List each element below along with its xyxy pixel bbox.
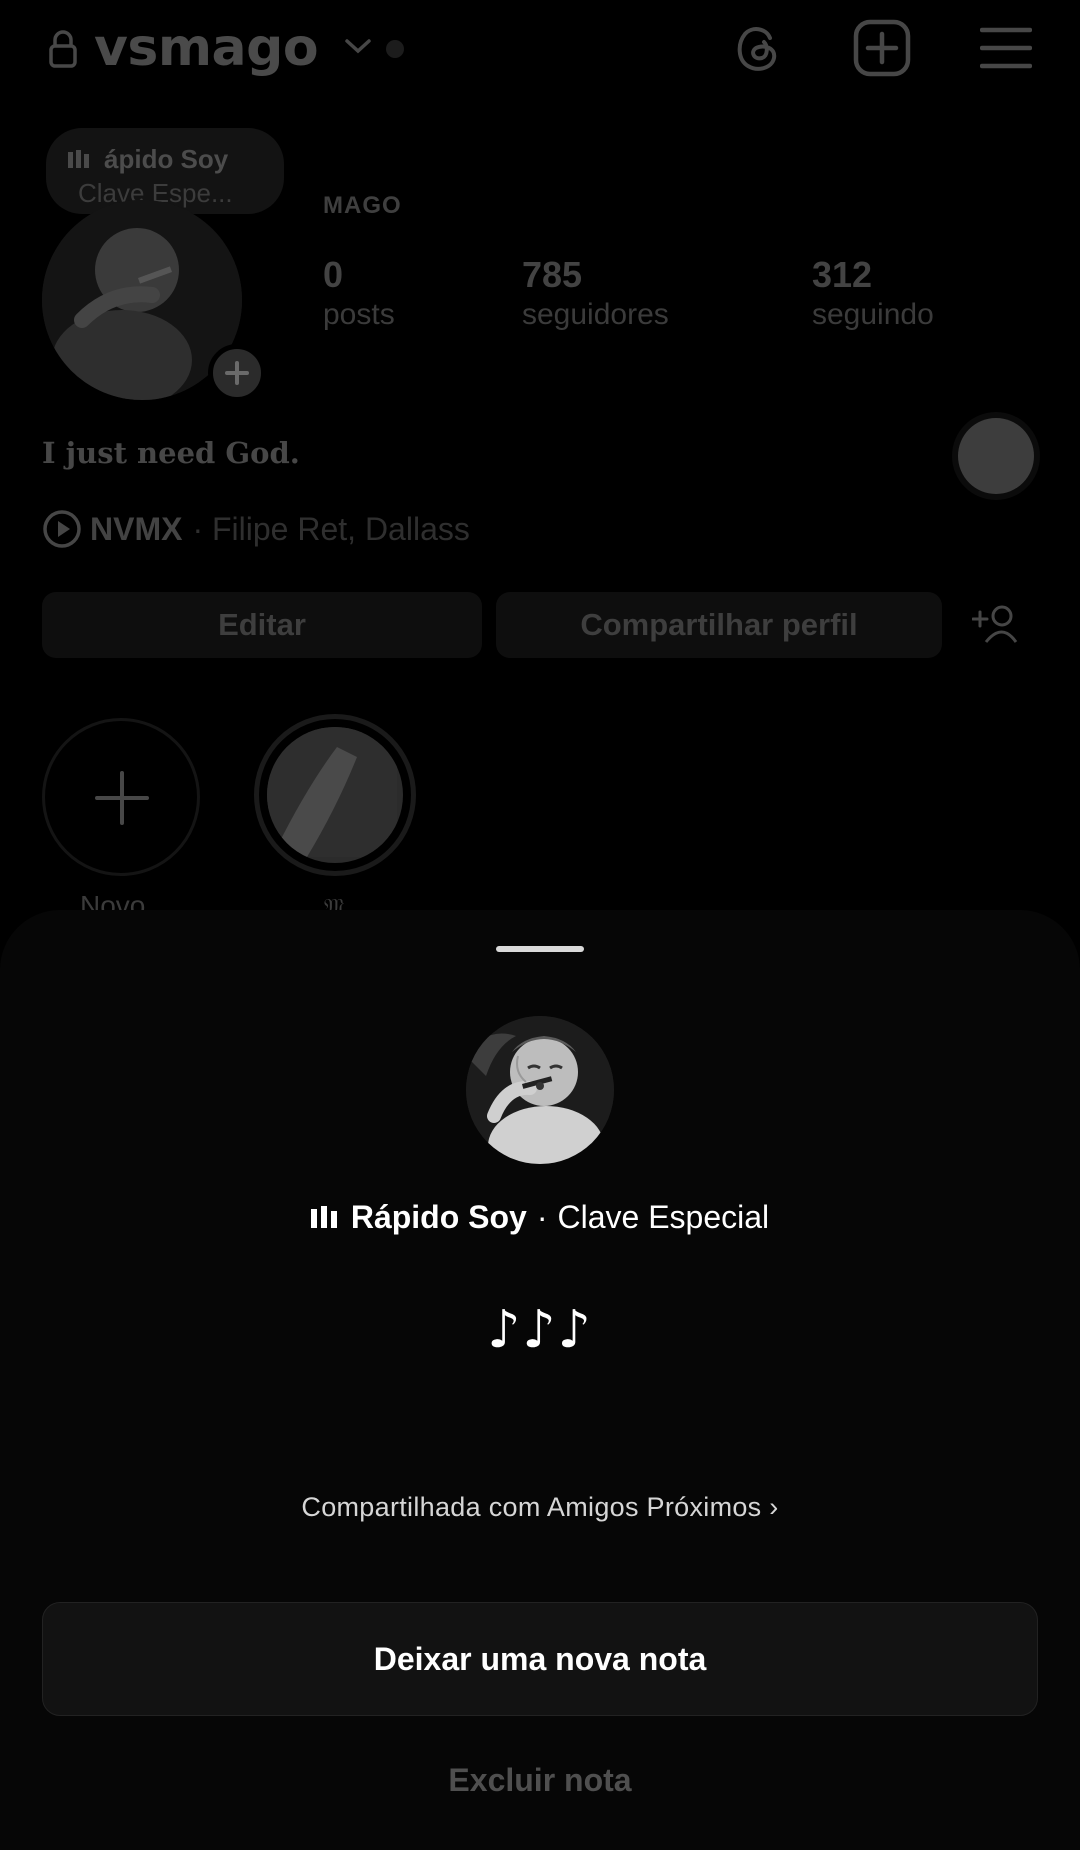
highlight-thumbnail — [267, 727, 403, 863]
note-song-title: Rápido Soy — [350, 1198, 527, 1235]
stat-followers[interactable]: 785 seguidores — [522, 254, 669, 332]
stat-posts-label: posts — [323, 298, 395, 331]
play-icon — [43, 510, 81, 548]
story-highlight[interactable] — [254, 714, 416, 876]
music-bars-icon — [68, 150, 89, 168]
profile-display-name: MAGO — [323, 192, 402, 219]
plus-icon — [225, 361, 249, 385]
note-author-avatar — [466, 1016, 614, 1164]
stat-following-value: 312 — [812, 254, 873, 295]
delete-note-button[interactable]: Excluir nota — [0, 1762, 1080, 1799]
note-bottom-sheet: Rápido Soy · Clave Especial ♪♪♪ Comparti… — [0, 910, 1080, 1850]
top-bar: vsmago — [0, 0, 1080, 100]
share-profile-button[interactable]: Compartilhar perfil — [496, 592, 942, 658]
profile-note-bubble[interactable]: ápido Soy Clave Espe... — [46, 128, 284, 214]
cherub-photo — [466, 1016, 614, 1164]
chevron-down-icon[interactable] — [344, 36, 372, 56]
note-text: ♪♪♪ — [487, 1300, 593, 1360]
note-song-line[interactable]: Rápido Soy · Clave Especial — [0, 1192, 1080, 1242]
stat-posts[interactable]: 0 posts — [323, 254, 395, 332]
account-switcher-username[interactable]: vsmago — [94, 18, 319, 78]
music-artist: · Filipe Ret, Dallass — [192, 510, 470, 547]
plus-icon — [95, 771, 149, 825]
stat-following[interactable]: 312 seguindo — [812, 254, 934, 332]
edit-profile-button[interactable]: Editar — [42, 592, 482, 658]
profile-bio: I just need God. — [42, 436, 300, 470]
note-bubble-title: ápido Soy — [104, 144, 229, 174]
music-bars-icon — [310, 1206, 337, 1228]
stat-followers-value: 785 — [522, 254, 583, 295]
add-story-button[interactable] — [208, 344, 266, 402]
menu-icon[interactable] — [980, 26, 1032, 70]
leave-new-note-button[interactable]: Deixar uma nova nota — [42, 1602, 1038, 1716]
note-song-artist: Clave Especial — [557, 1198, 770, 1235]
add-person-icon[interactable] — [972, 602, 1018, 646]
shared-with-close-friends-link[interactable]: Compartilhada com Amigos Próximos › — [0, 1492, 1080, 1523]
create-post-icon[interactable] — [852, 18, 912, 78]
threads-icon[interactable] — [730, 20, 786, 76]
music-track: NVMX — [90, 510, 183, 547]
stat-posts-value: 0 — [323, 254, 344, 295]
stat-followers-label: seguidores — [522, 298, 669, 331]
profile-orb-button[interactable] — [958, 418, 1034, 494]
lock-icon — [49, 30, 77, 68]
profile-music[interactable]: NVMX · Filipe Ret, Dallass — [42, 508, 470, 550]
new-highlight-button[interactable] — [42, 718, 200, 876]
note-song-separator: · — [536, 1198, 548, 1235]
stat-following-label: seguindo — [812, 298, 934, 331]
notification-dot — [386, 40, 404, 58]
hand-photo — [267, 727, 397, 857]
sheet-grabber-handle[interactable] — [496, 946, 584, 952]
